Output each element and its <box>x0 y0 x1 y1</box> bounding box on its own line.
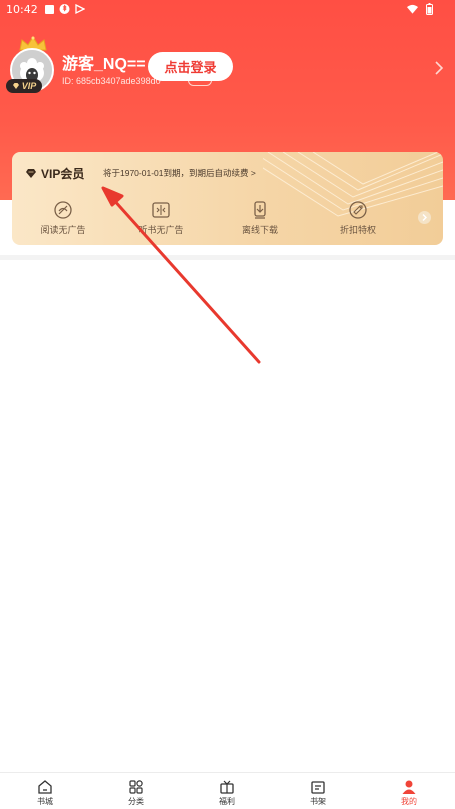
benefit-no-ad-read[interactable]: 阅读无广告 <box>23 200 103 236</box>
play-icon <box>75 3 85 15</box>
benefit-label: 阅读无广告 <box>40 225 86 235</box>
benefit-label: 离线下载 <box>241 225 278 235</box>
vip-title-row[interactable]: VIP会员 <box>25 165 84 182</box>
tab-bookshelf[interactable]: 书架 <box>298 779 338 807</box>
download-icon <box>254 201 266 219</box>
benefit-discount[interactable]: 折扣特权 <box>318 200 398 236</box>
chevron-right-icon <box>422 214 427 221</box>
status-icons-left <box>44 3 85 15</box>
tab-welfare[interactable]: 福利 <box>207 779 247 807</box>
user-id: ID: 685cb3407ade398d0 <box>62 76 161 86</box>
status-bar: 10:42 <box>0 0 455 20</box>
benefit-label: 折扣特权 <box>339 225 376 235</box>
section-divider <box>0 255 455 260</box>
chevron-right-icon[interactable] <box>434 60 444 76</box>
diamond-icon <box>12 83 19 89</box>
tab-label: 我的 <box>401 797 417 806</box>
tab-label: 书城 <box>37 797 53 806</box>
category-icon <box>129 780 143 794</box>
bluetooth-icon <box>59 4 70 14</box>
login-button[interactable]: 点击登录 <box>148 52 233 81</box>
benefit-label: 听书无广告 <box>138 225 184 235</box>
tab-label: 福利 <box>219 797 235 806</box>
benefit-audiobook[interactable]: 听书无广告 <box>121 200 201 236</box>
tab-category[interactable]: 分类 <box>116 779 156 807</box>
benefits-next-button[interactable] <box>418 211 431 224</box>
bottom-tab-bar: 书城 分类 福利 书架 我的 <box>0 772 455 809</box>
gift-icon <box>220 780 234 794</box>
tab-label: 分类 <box>128 797 144 806</box>
discount-tag-icon <box>349 201 367 219</box>
vip-expire-text[interactable]: 将于1970-01-01到期，到期后自动续费 > <box>103 167 256 179</box>
diamond-icon <box>26 169 36 178</box>
tab-label: 书架 <box>310 797 326 806</box>
vip-card[interactable]: VIP会员 将于1970-01-01到期，到期后自动续费 > 阅读无广告 听书无… <box>12 152 443 245</box>
username: 游客_NQ== <box>62 56 146 73</box>
no-ad-read-icon <box>54 201 72 219</box>
tab-mine[interactable]: 我的 <box>389 779 429 807</box>
battery-icon <box>426 3 433 15</box>
audiobook-icon <box>152 202 170 218</box>
benefit-download[interactable]: 离线下载 <box>220 200 300 236</box>
vip-badge: VIP <box>6 79 42 93</box>
sim-icon <box>45 5 54 14</box>
status-icons-right <box>407 3 435 15</box>
user-icon <box>402 780 416 794</box>
vip-badge-label: VIP <box>21 81 37 91</box>
tab-bookstore[interactable]: 书城 <box>25 779 65 807</box>
bookshelf-icon <box>311 781 325 794</box>
home-icon <box>38 780 52 794</box>
status-time: 10:42 <box>6 3 38 16</box>
vip-benefits: 阅读无广告 听书无广告 离线下载 折扣特权 <box>12 200 443 240</box>
wifi-icon <box>407 4 418 14</box>
vip-title: VIP会员 <box>41 167 85 181</box>
